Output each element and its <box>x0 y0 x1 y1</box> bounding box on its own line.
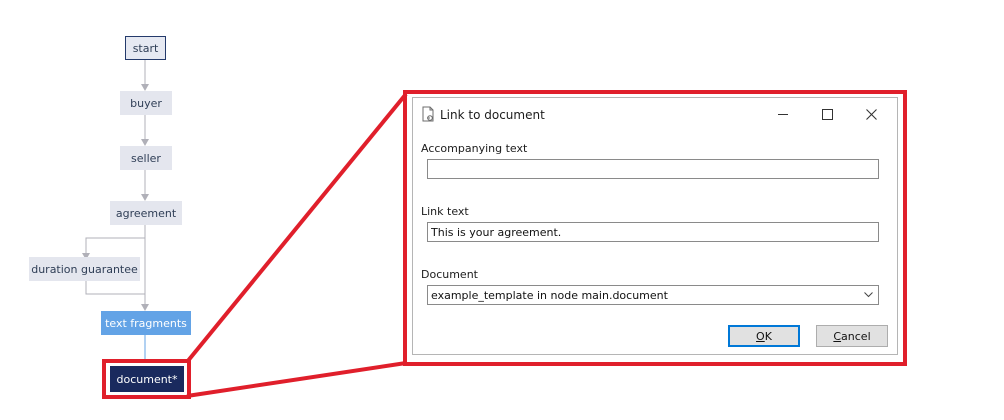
close-button[interactable] <box>849 98 893 130</box>
flow-node-label: document* <box>116 372 178 386</box>
maximize-icon <box>821 108 833 120</box>
document-label: Document <box>421 268 478 281</box>
document-link-icon <box>421 106 435 126</box>
close-icon <box>865 108 877 120</box>
cancel-button[interactable]: Cancel <box>816 325 888 347</box>
flow-node-agreement[interactable]: agreement <box>110 201 182 225</box>
cancel-mnemonic: C <box>833 329 842 343</box>
link-to-document-dialog: Link to document Accompanying text Link … <box>412 97 898 355</box>
flow-node-text-fragments[interactable]: text fragments <box>101 311 191 335</box>
accompanying-text-input[interactable] <box>427 159 879 179</box>
flow-node-label: seller <box>131 151 161 165</box>
flow-node-label: duration guarantee <box>31 262 138 276</box>
ok-button[interactable]: OK <box>728 325 800 347</box>
document-select-value: example_template in node main.document <box>431 289 668 302</box>
ok-label: K <box>764 329 772 343</box>
dialog-title: Link to document <box>440 108 545 122</box>
ok-mnemonic: O <box>756 329 765 343</box>
document-select[interactable]: example_template in node main.document <box>427 285 879 305</box>
flow-node-label: agreement <box>115 206 177 220</box>
dialog-title-bar[interactable]: Link to document <box>413 98 897 132</box>
chevron-down-icon <box>864 292 873 298</box>
flow-node-label: text fragments <box>105 316 187 330</box>
minimize-icon <box>778 113 788 115</box>
flow-node-label: start <box>132 41 159 55</box>
minimize-button[interactable] <box>761 98 805 130</box>
flow-node-duration-guarantee[interactable]: duration guarantee <box>29 257 140 281</box>
flow-node-start[interactable]: start <box>125 36 166 60</box>
flow-node-label: buyer <box>130 96 162 110</box>
flow-node-buyer[interactable]: buyer <box>120 91 172 115</box>
link-text-label: Link text <box>421 205 469 218</box>
flow-node-seller[interactable]: seller <box>120 146 172 170</box>
cancel-label: ancel <box>841 329 871 343</box>
link-text-input[interactable] <box>427 222 879 242</box>
accompanying-text-label: Accompanying text <box>421 142 528 155</box>
maximize-button[interactable] <box>805 98 849 130</box>
flow-node-document[interactable]: document* <box>110 366 184 392</box>
